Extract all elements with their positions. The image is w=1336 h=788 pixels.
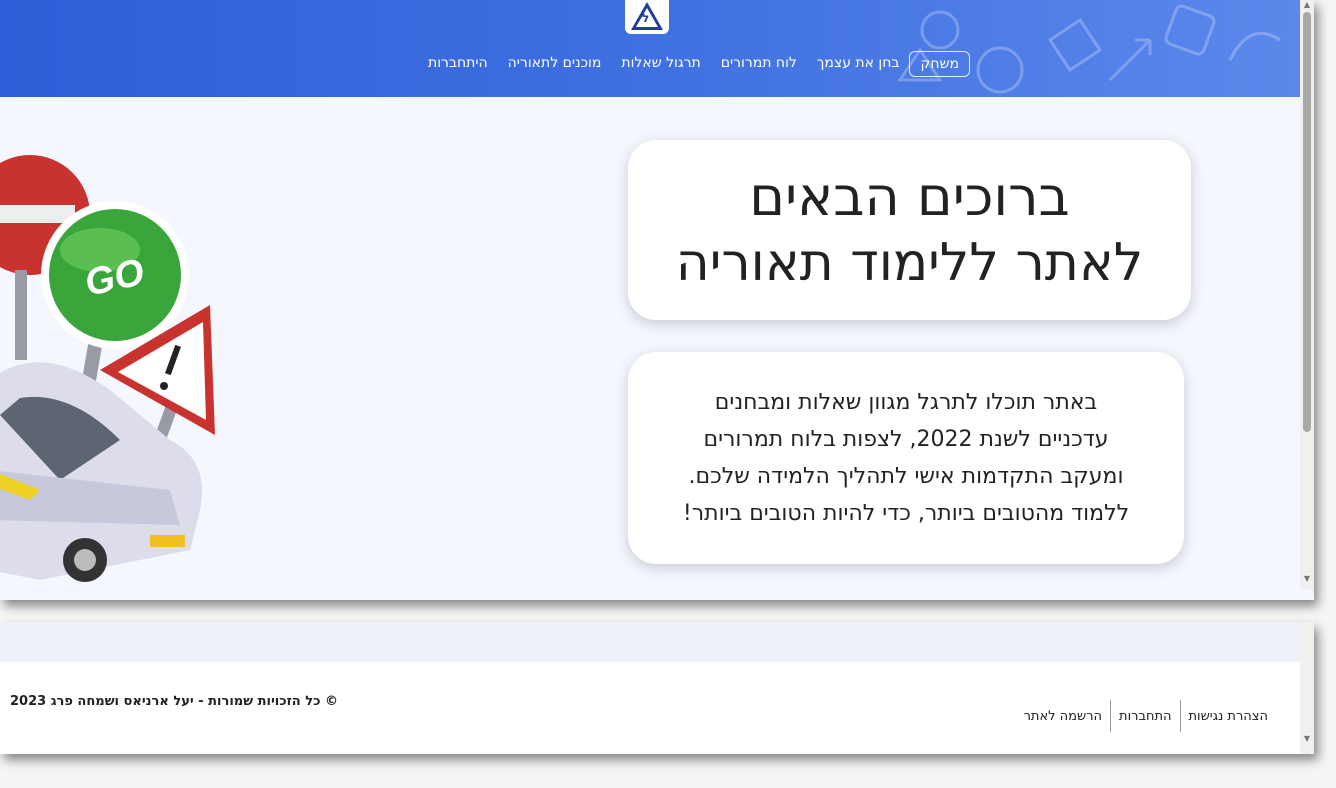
nav-link-ready-for-theory[interactable]: מוכנים לתאוריה: [498, 51, 612, 77]
scrollbar-thumb[interactable]: [1303, 12, 1311, 432]
footer-link-login[interactable]: התחברות: [1111, 709, 1179, 724]
footer-divider: [1110, 700, 1112, 732]
nav-link-practice-questions[interactable]: תרגול שאלות: [611, 51, 710, 77]
footer-links: הצהרת נגישות התחברות הרשמה לאתר: [1016, 700, 1276, 732]
scroll-up-icon[interactable]: ▲: [1300, 0, 1314, 12]
description-line: ומעקב התקדמות אישי לתהליך הלמידה שלכם.: [688, 464, 1124, 489]
logo-letter: ל: [642, 11, 650, 25]
welcome-heading-line-2: לאתר ללימוד תאוריה: [675, 233, 1144, 293]
footer-viewport: הצהרת נגישות התחברות הרשמה לאתר © כל הזכ…: [0, 622, 1314, 754]
footer-scrollbar[interactable]: ▼: [1300, 622, 1314, 754]
scroll-down-icon[interactable]: ▼: [1300, 574, 1314, 586]
description-line: עדכניים לשנת 2022, לצפות בלוח תמרורים: [703, 427, 1109, 452]
nav-link-road-signs[interactable]: לוח תמרורים: [711, 51, 807, 77]
nav-link-login[interactable]: היתחברות: [418, 51, 498, 77]
copyright-text: © כל הזכויות שמורות - יעל ארניאס ושמחה פ…: [10, 694, 339, 709]
footer-link-accessibility[interactable]: הצהרת נגישות: [1181, 709, 1276, 724]
description-line: באתר תוכלו לתרגל מגוון שאלות ומבחנים: [714, 390, 1098, 415]
road-signs-car-illustration: GO: [0, 155, 215, 582]
nav-link-self-test[interactable]: בחן את עצמך: [807, 51, 910, 77]
main-page-viewport: ל משחק בחן את עצמך לוח תמרורים תרגול שאל…: [0, 0, 1314, 600]
footer-link-register[interactable]: הרשמה לאתר: [1016, 709, 1110, 724]
welcome-card: ברוכים הבאים לאתר ללימוד תאוריה: [628, 140, 1191, 320]
page-scrollbar[interactable]: ▲ ▼: [1300, 0, 1314, 590]
welcome-heading-line-1: ברוכים הבאים: [749, 165, 1070, 228]
description-card: באתר תוכלו לתרגל מגוון שאלות ומבחנים עדכ…: [628, 352, 1184, 564]
top-navbar: ל משחק בחן את עצמך לוח תמרורים תרגול שאל…: [0, 0, 1300, 97]
nav-links: משחק בחן את עצמך לוח תמרורים תרגול שאלות…: [320, 51, 970, 77]
road-signs-pattern-icon: [897, 4, 1281, 94]
footer-divider: [1179, 700, 1181, 732]
description-line: ללמוד מהטובים ביותר, כדי להיות הטובים בי…: [682, 501, 1130, 526]
site-logo[interactable]: ל: [625, 0, 669, 34]
scroll-down-icon[interactable]: ▼: [1300, 734, 1314, 746]
nav-link-game[interactable]: משחק: [909, 51, 970, 77]
